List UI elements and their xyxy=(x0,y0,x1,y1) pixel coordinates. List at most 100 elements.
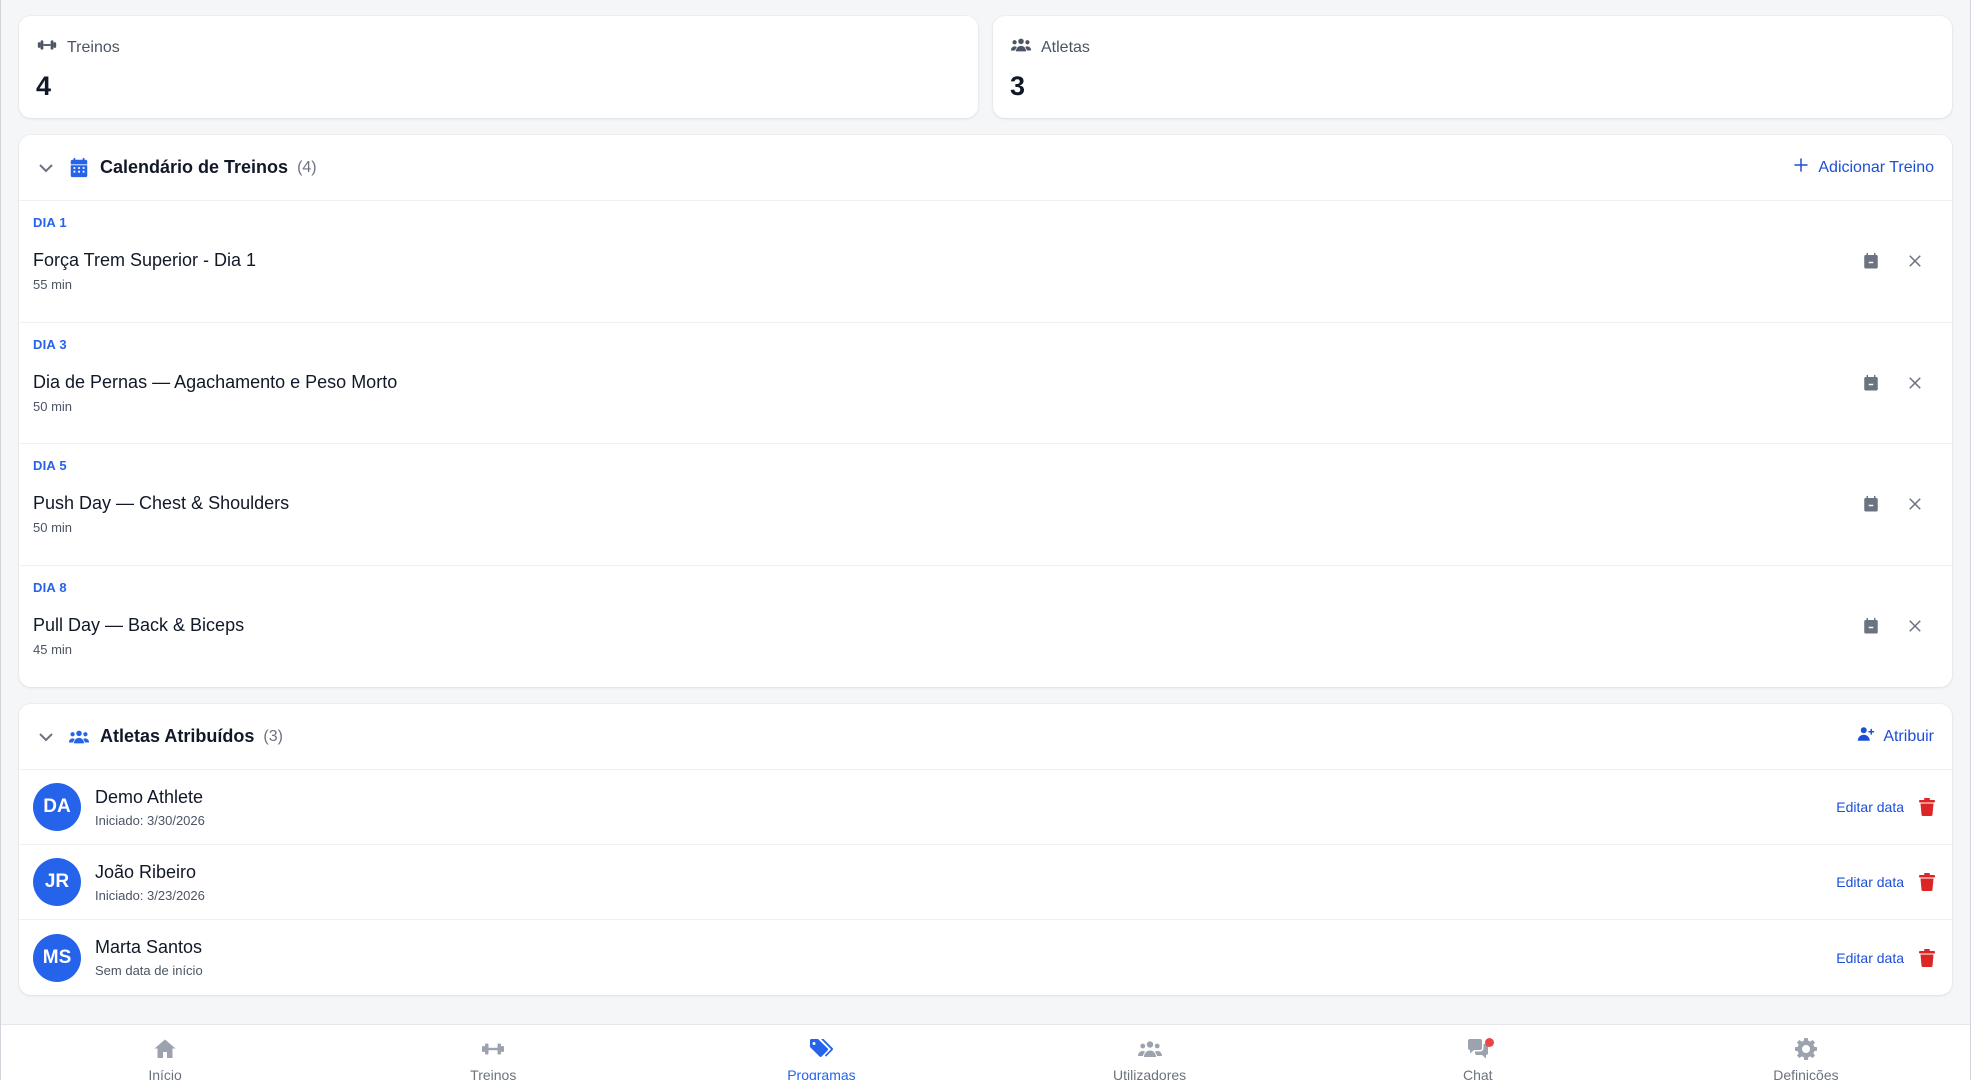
workout-actions xyxy=(1860,250,1926,272)
athlete-row[interactable]: DA Demo Athlete Iniciado: 3/30/2026 Edit… xyxy=(19,770,1952,845)
workout-day: DIA 8 xyxy=(33,579,67,595)
remove-workout-close-icon[interactable] xyxy=(1904,250,1926,272)
workout-row[interactable]: DIA 8 Pull Day — Back & Biceps 45 min xyxy=(19,566,1952,688)
workout-day: DIA 1 xyxy=(33,215,67,230)
reschedule-calendar-icon[interactable] xyxy=(1860,250,1882,272)
nav-label: Utilizadores xyxy=(1113,1067,1187,1080)
workout-actions xyxy=(1860,493,1926,515)
trash-icon[interactable] xyxy=(1916,796,1938,818)
tags-icon xyxy=(809,1037,834,1064)
workout-actions xyxy=(1860,615,1926,637)
nav-item-chat[interactable]: Chat xyxy=(1314,1025,1642,1080)
workout-row[interactable]: DIA 3 Dia de Pernas — Agachamento e Peso… xyxy=(19,323,1952,444)
chevron-down-icon[interactable] xyxy=(36,727,56,747)
add-workout-button[interactable]: Adicionar Treino xyxy=(1792,156,1934,179)
workout-duration: 50 min xyxy=(33,520,73,535)
add-workout-label: Adicionar Treino xyxy=(1818,158,1934,176)
stat-value-workouts: 4 xyxy=(36,71,52,101)
stat-card-athletes: Atletas 3 xyxy=(993,16,1952,118)
nav-label: Programas xyxy=(787,1067,856,1080)
chat-notification-badge xyxy=(1484,1038,1494,1047)
nav-label: Treinos xyxy=(470,1067,517,1080)
assigned-header: Atletas Atribuídos (3) Atribuir xyxy=(19,704,1952,770)
avatar: MS xyxy=(33,933,81,982)
athlete-actions: Editar data xyxy=(1836,947,1938,969)
users-icon xyxy=(1137,1037,1162,1064)
home-icon xyxy=(153,1037,177,1064)
athlete-name: Demo Athlete xyxy=(95,786,204,807)
calendar-count: (4) xyxy=(297,158,317,176)
stats-row: Treinos 4 Atletas 3 xyxy=(19,16,1952,118)
users-icon xyxy=(68,726,90,748)
assigned-athletes-card: Atletas Atribuídos (3) Atribuir DA Demo … xyxy=(19,704,1952,995)
athlete-row[interactable]: JR João Ribeiro Iniciado: 3/23/2026 Edit… xyxy=(19,845,1952,920)
stat-label-athletes: Atletas xyxy=(1041,38,1090,56)
edit-date-button[interactable]: Editar data xyxy=(1836,874,1904,890)
calendar-header: Calendário de Treinos (4) Adicionar Trei… xyxy=(19,135,1952,201)
reschedule-calendar-icon[interactable] xyxy=(1860,615,1882,637)
avatar: DA xyxy=(33,783,81,831)
athlete-row[interactable]: MS Marta Santos Sem data de início Edita… xyxy=(19,920,1952,995)
calendar-card: Calendário de Treinos (4) Adicionar Trei… xyxy=(19,135,1952,687)
plus-icon xyxy=(1792,156,1810,179)
workout-actions xyxy=(1860,372,1926,394)
trash-icon[interactable] xyxy=(1916,871,1938,893)
edit-date-button[interactable]: Editar data xyxy=(1836,799,1904,815)
dumbbell-icon xyxy=(481,1037,505,1064)
user-plus-icon xyxy=(1857,725,1875,748)
assign-label: Atribuir xyxy=(1883,727,1934,745)
dumbbell-icon xyxy=(36,34,58,61)
calendar-title: Calendário de Treinos xyxy=(100,157,289,177)
nav-item-programas[interactable]: Programas xyxy=(657,1025,985,1080)
remove-workout-close-icon[interactable] xyxy=(1904,372,1926,394)
athlete-start-date: Sem data de início xyxy=(95,963,203,978)
assigned-count: (3) xyxy=(263,727,283,745)
workout-day: DIA 5 xyxy=(33,458,67,473)
athlete-start-date: Iniciado: 3/23/2026 xyxy=(95,887,205,903)
chevron-down-icon[interactable] xyxy=(36,158,56,178)
workout-title: Push Day — Chest & Shoulders xyxy=(33,493,290,513)
nav-label: Definições xyxy=(1773,1067,1839,1080)
workout-duration: 45 min xyxy=(33,641,73,657)
nav-item-definicoes[interactable]: Definições xyxy=(1642,1025,1970,1080)
reschedule-calendar-icon[interactable] xyxy=(1860,493,1882,515)
remove-workout-close-icon[interactable] xyxy=(1904,615,1926,637)
athlete-name: João Ribeiro xyxy=(95,861,197,882)
stat-header-workouts: Treinos xyxy=(36,34,961,61)
athlete-start-date: Iniciado: 3/30/2026 xyxy=(95,812,205,828)
stat-card-workouts: Treinos 4 xyxy=(19,16,978,118)
calendar-icon xyxy=(68,157,90,179)
trash-icon[interactable] xyxy=(1916,947,1938,969)
athlete-info: João Ribeiro Iniciado: 3/23/2026 xyxy=(95,862,205,903)
workout-title: Dia de Pernas — Agachamento e Peso Morto xyxy=(33,371,398,392)
main-content: Treinos 4 Atletas 3 Calendário de Treino… xyxy=(19,16,1952,995)
users-icon xyxy=(1010,34,1032,61)
assign-button[interactable]: Atribuir xyxy=(1857,725,1934,748)
stat-value-athletes: 3 xyxy=(1010,71,1026,101)
nav-item-utilizadores[interactable]: Utilizadores xyxy=(986,1025,1314,1080)
athlete-actions: Editar data xyxy=(1836,796,1938,818)
workout-title: Força Trem Superior - Dia 1 xyxy=(33,250,257,270)
athlete-info: Marta Santos Sem data de início xyxy=(95,937,203,978)
assigned-title: Atletas Atribuídos xyxy=(100,726,255,746)
nav-item-inicio[interactable]: Início xyxy=(1,1025,329,1080)
athlete-name: Marta Santos xyxy=(95,937,203,957)
edit-date-button[interactable]: Editar data xyxy=(1836,950,1904,966)
athlete-info: Demo Athlete Iniciado: 3/30/2026 xyxy=(95,787,205,828)
app-page: Treinos 4 Atletas 3 Calendário de Treino… xyxy=(0,0,1971,1080)
stat-header-athletes: Atletas xyxy=(1010,34,1935,61)
nav-item-treinos[interactable]: Treinos xyxy=(329,1025,657,1080)
workout-row[interactable]: DIA 1 Força Trem Superior - Dia 1 55 min xyxy=(19,201,1952,323)
workout-title: Pull Day — Back & Biceps xyxy=(33,614,245,635)
workout-duration: 55 min xyxy=(33,277,73,292)
stat-label-workouts: Treinos xyxy=(67,38,120,56)
nav-label: Início xyxy=(148,1067,182,1080)
reschedule-calendar-icon[interactable] xyxy=(1860,372,1882,394)
workout-row[interactable]: DIA 5 Push Day — Chest & Shoulders 50 mi… xyxy=(19,444,1952,566)
bottom-nav: Início Treinos Programas Utilizadores Ch… xyxy=(1,1024,1970,1080)
avatar: JR xyxy=(33,858,81,906)
athlete-actions: Editar data xyxy=(1836,871,1938,893)
remove-workout-close-icon[interactable] xyxy=(1904,493,1926,515)
nav-label: Chat xyxy=(1462,1067,1493,1080)
gear-icon xyxy=(1794,1037,1818,1064)
